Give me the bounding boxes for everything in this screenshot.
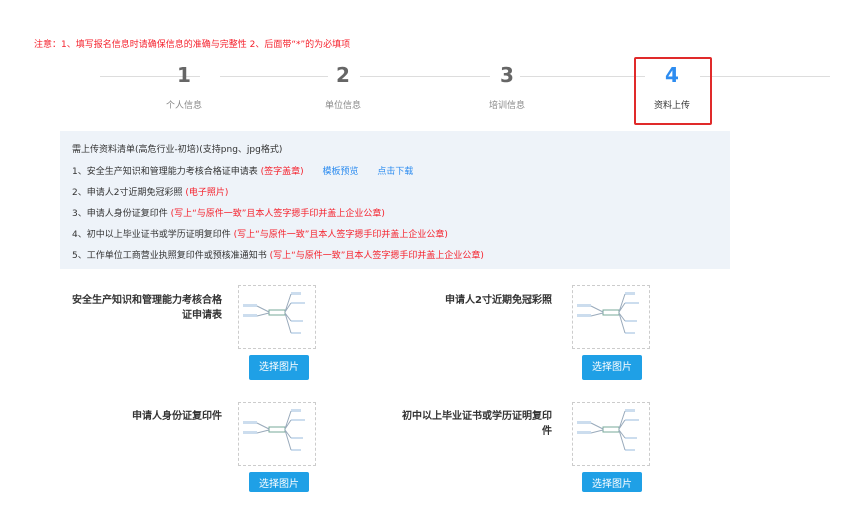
requirement-text: 4、初中以上毕业证书或学历证明复印件 [72,230,234,240]
upload-thumbnail[interactable] [572,285,650,349]
upload-thumbnail[interactable] [572,402,650,466]
upload-thumbnail[interactable] [238,402,316,466]
select-image-button[interactable]: 选择图片 [582,472,642,492]
select-image-button[interactable]: 选择图片 [582,355,642,380]
requirements-panel: 需上传资料清单(高危行业-初培)(支持png、jpg格式) 1、安全生产知识和管… [60,131,730,269]
requirement-text: 5、工作单位工商营业执照复印件或预核准通知书 [72,251,270,261]
requirement-item-4: 4、初中以上毕业证书或学历证明复印件 (写上“与原件一致”且本人签字摁手印并盖上… [72,227,448,240]
requirement-item-2: 2、申请人2寸近期免冠彩照 (电子照片) [72,185,228,198]
mindmap-preview-icon [243,292,305,334]
upload-label-diploma: 初中以上毕业证书或学历证明复印件 [402,411,552,437]
select-image-button[interactable]: 选择图片 [249,355,309,380]
step-number: 3 [500,63,514,87]
step-number: 1 [177,63,191,87]
requirement-text: 3、申请人身份证复印件 [72,209,171,219]
step-label: 培训信息 [488,101,525,111]
upload-label-photo: 申请人2寸近期免冠彩照 [445,295,552,306]
requirement-note: (写上“与原件一致”且本人签字摁手印并盖上企业公章) [170,209,385,219]
notice-text: 注意：1、填写报名信息时请确保信息的准确与完整性 2、后面带“*”的为必填项 [34,40,351,50]
step-label: 单位信息 [324,101,361,111]
step-3: 3 培训信息 [467,60,547,111]
mindmap-preview-icon [577,292,639,334]
requirement-item-1: 1、安全生产知识和管理能力考核合格证申请表 (签字盖章) 模板预览 点击下载 [72,164,413,177]
step-number: 2 [336,63,350,87]
requirement-item-5: 5、工作单位工商营业执照复印件或预核准通知书 (写上“与原件一致”且本人签字摁手… [72,248,484,261]
step-1: 1 个人信息 [144,60,224,111]
requirement-text: 2、申请人2寸近期免冠彩照 [72,188,186,198]
requirements-title: 需上传资料清单(高危行业-初培)(支持png、jpg格式) [72,145,283,155]
requirement-text: 1、安全生产知识和管理能力考核合格证申请表 [72,167,261,177]
upload-label-id-card: 申请人身份证复印件 [132,411,222,422]
step-label: 个人信息 [165,101,202,111]
requirement-item-3: 3、申请人身份证复印件 (写上“与原件一致”且本人签字摁手印并盖上企业公章) [72,206,385,219]
upload-thumbnail[interactable] [238,285,316,349]
requirement-note: (写上“与原件一致”且本人签字摁手印并盖上企业公章) [233,230,448,240]
download-link[interactable]: 点击下载 [377,167,413,177]
step-line [700,76,830,77]
active-step-highlight [634,57,712,125]
select-image-button[interactable]: 选择图片 [249,472,309,492]
mindmap-preview-icon [243,409,305,451]
template-preview-link[interactable]: 模板预览 [323,167,359,177]
requirement-note: (签字盖章) [260,167,304,177]
requirement-note: (写上“与原件一致”且本人签字摁手印并盖上企业公章) [269,251,484,261]
mindmap-preview-icon [577,409,639,451]
upload-label-application-form: 安全生产知识和管理能力考核合格证申请表 [72,295,222,321]
requirement-note: (电子照片) [185,188,229,198]
step-2: 2 单位信息 [303,60,383,111]
